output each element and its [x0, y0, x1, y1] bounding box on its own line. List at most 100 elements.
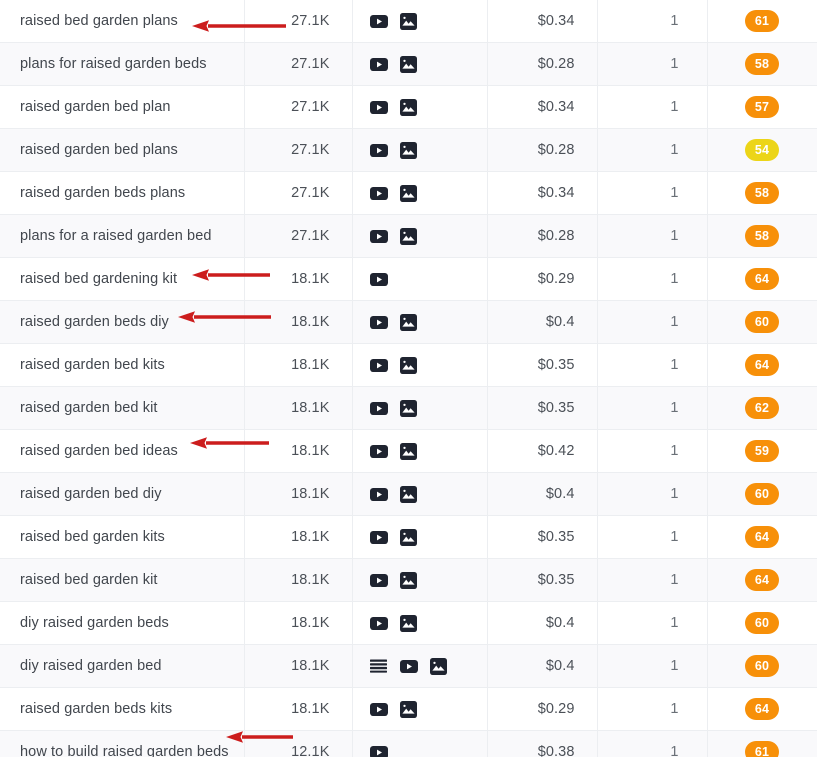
video-icon[interactable] — [369, 614, 388, 632]
serp-feature-icons — [370, 645, 487, 687]
keyword-cell[interactable]: plans for raised garden beds — [0, 42, 245, 86]
cpc-cell: $0.34 — [487, 0, 598, 43]
keyword-cell[interactable]: raised bed garden plans — [0, 0, 245, 43]
image-icon[interactable] — [400, 98, 418, 116]
table-row[interactable]: how to build raised garden beds 12.1K $0.3… — [0, 730, 817, 757]
video-icon[interactable] — [369, 571, 388, 589]
serp-features-cell — [352, 687, 488, 731]
table-row[interactable]: raised garden bed plan 27.1K $0.34 1 57 — [0, 85, 817, 129]
table-row[interactable]: diy raised garden bed 18.1K $0.4 1 60 — [0, 644, 817, 688]
video-icon[interactable] — [369, 98, 388, 116]
image-icon[interactable] — [400, 55, 418, 73]
video-icon[interactable] — [369, 528, 388, 546]
cpc-cell: $0.28 — [487, 128, 598, 172]
table-row[interactable]: raised garden bed ideas 18.1K $0.42 1 59 — [0, 429, 817, 473]
image-icon[interactable] — [400, 184, 418, 202]
keyword-cell[interactable]: raised bed garden kits — [0, 515, 245, 559]
table-row[interactable]: plans for a raised garden bed 27.1K $0.28 1… — [0, 214, 817, 258]
image-icon[interactable] — [400, 614, 418, 632]
video-icon[interactable] — [369, 270, 388, 288]
competition-cell: 1 — [597, 85, 708, 129]
keyword-cell[interactable]: raised garden bed diy — [0, 472, 245, 516]
serp-features-cell — [352, 171, 488, 215]
serp-features-cell — [352, 42, 488, 86]
video-icon[interactable] — [369, 485, 388, 503]
table-row[interactable]: raised garden bed kits 18.1K $0.35 1 64 — [0, 343, 817, 387]
list-icon[interactable] — [370, 657, 388, 675]
image-icon[interactable] — [400, 227, 418, 245]
keyword-cell[interactable]: raised bed garden kit — [0, 558, 245, 602]
competition-cell: 1 — [597, 0, 708, 43]
image-icon[interactable] — [400, 442, 418, 460]
serp-feature-icons — [369, 215, 487, 257]
table-row[interactable]: plans for raised garden beds 27.1K $0.28 1 5… — [0, 42, 817, 86]
image-icon[interactable] — [400, 528, 418, 546]
image-icon[interactable] — [400, 700, 418, 718]
keyword-cell[interactable]: raised garden bed plans — [0, 128, 245, 172]
image-icon[interactable] — [400, 399, 418, 417]
volume-cell: 18.1K — [244, 558, 353, 602]
volume-cell: 18.1K — [244, 343, 353, 387]
table-row[interactable]: raised bed gardening kit 18.1K $0.29 1 64 — [0, 257, 817, 301]
video-icon[interactable] — [369, 399, 388, 417]
video-icon[interactable] — [369, 743, 388, 757]
keyword-cell[interactable]: diy raised garden beds — [0, 601, 245, 645]
keyword-cell[interactable]: raised garden beds plans — [0, 171, 245, 215]
volume-cell: 18.1K — [244, 300, 353, 344]
serp-feature-icons — [369, 0, 487, 42]
serp-features-cell — [352, 386, 488, 430]
image-icon[interactable] — [400, 141, 418, 159]
keyword-cell[interactable]: plans for a raised garden bed — [0, 214, 245, 258]
keyword-cell[interactable]: raised garden bed kit — [0, 386, 245, 430]
video-icon[interactable] — [369, 55, 388, 73]
table-row[interactable]: raised garden bed plans 27.1K $0.28 1 54 — [0, 128, 817, 172]
competition-cell: 1 — [597, 300, 708, 344]
keyword-cell[interactable]: raised bed gardening kit — [0, 257, 245, 301]
table-row[interactable]: raised bed garden kits 18.1K $0.35 1 64 — [0, 515, 817, 559]
serp-features-cell — [352, 343, 488, 387]
image-icon[interactable] — [400, 356, 418, 374]
competition-cell: 1 — [597, 429, 708, 473]
volume-cell: 27.1K — [244, 128, 353, 172]
keyword-cell[interactable]: how to build raised garden beds — [0, 730, 245, 757]
serp-feature-icons — [369, 473, 487, 515]
image-icon[interactable] — [400, 571, 418, 589]
serp-feature-icons — [369, 258, 487, 300]
video-icon[interactable] — [369, 141, 388, 159]
video-icon[interactable] — [369, 12, 388, 30]
keyword-difficulty-cell: 58 — [707, 171, 817, 215]
keyword-cell[interactable]: raised garden beds diy — [0, 300, 245, 344]
table-row[interactable]: raised garden beds kits 18.1K $0.29 1 64 — [0, 687, 817, 731]
table-row[interactable]: raised bed garden kit 18.1K $0.35 1 64 — [0, 558, 817, 602]
keyword-difficulty-badge: 54 — [745, 139, 779, 161]
table-row[interactable]: raised garden beds diy 18.1K $0.4 1 60 — [0, 300, 817, 344]
image-icon[interactable] — [430, 657, 448, 675]
keyword-cell[interactable]: raised garden bed kits — [0, 343, 245, 387]
image-icon[interactable] — [400, 485, 418, 503]
video-icon[interactable] — [369, 356, 388, 374]
video-icon[interactable] — [369, 313, 388, 331]
video-icon[interactable] — [369, 227, 388, 245]
keyword-cell[interactable]: raised garden beds kits — [0, 687, 245, 731]
serp-features-cell — [352, 558, 488, 602]
keyword-cell[interactable]: raised garden bed ideas — [0, 429, 245, 473]
keyword-cell[interactable]: raised garden bed plan — [0, 85, 245, 129]
video-icon[interactable] — [399, 657, 418, 675]
video-icon[interactable] — [369, 184, 388, 202]
table-row[interactable]: diy raised garden beds 18.1K $0.4 1 60 — [0, 601, 817, 645]
keyword-difficulty-cell: 62 — [707, 386, 817, 430]
serp-features-cell — [352, 515, 488, 559]
table-row[interactable]: raised garden beds plans 27.1K $0.34 1 58 — [0, 171, 817, 215]
keyword-cell[interactable]: diy raised garden bed — [0, 644, 245, 688]
keyword-difficulty-badge: 64 — [745, 698, 779, 720]
video-icon[interactable] — [369, 442, 388, 460]
competition-cell: 1 — [597, 128, 708, 172]
image-icon[interactable] — [400, 12, 418, 30]
table-row[interactable]: raised garden bed diy 18.1K $0.4 1 60 — [0, 472, 817, 516]
table-row[interactable]: raised bed garden plans 27.1K $0.34 1 61 — [0, 0, 817, 43]
table-row[interactable]: raised garden bed kit 18.1K $0.35 1 62 — [0, 386, 817, 430]
cpc-cell: $0.29 — [487, 257, 598, 301]
image-icon[interactable] — [400, 313, 418, 331]
video-icon[interactable] — [369, 700, 388, 718]
keyword-difficulty-badge: 58 — [745, 225, 779, 247]
